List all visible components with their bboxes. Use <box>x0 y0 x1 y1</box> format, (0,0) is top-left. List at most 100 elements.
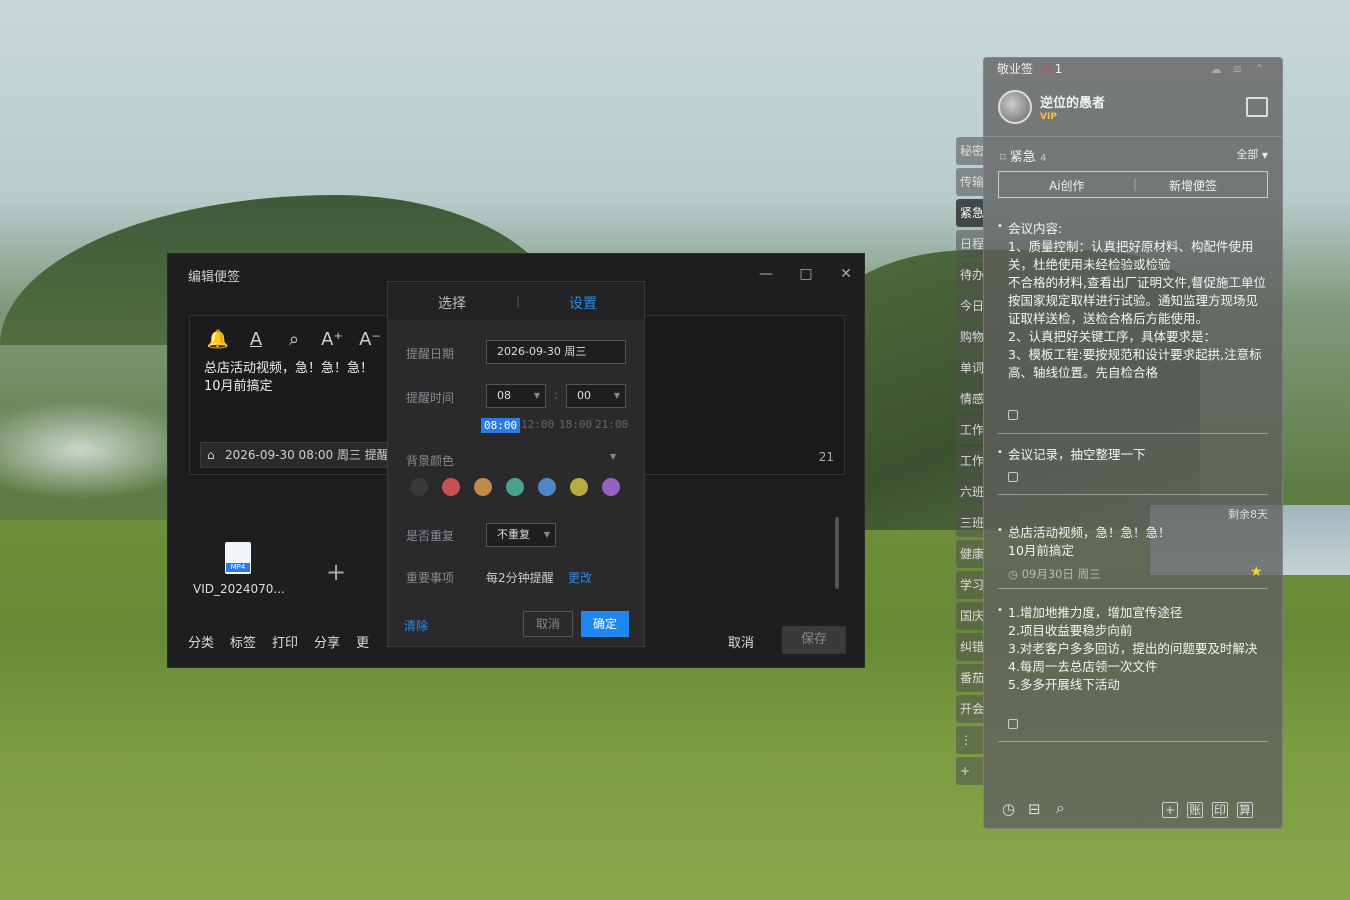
side-tab[interactable]: 工作 <box>956 416 984 444</box>
note-tag-icon[interactable] <box>1008 719 1018 729</box>
color-swatch[interactable] <box>602 478 620 496</box>
calendar-icon[interactable] <box>1246 97 1268 117</box>
archive-icon[interactable]: ⊟ <box>1028 800 1041 818</box>
side-tab[interactable]: 今日 <box>956 292 984 320</box>
clock-icon[interactable]: ◷ <box>1002 800 1015 818</box>
tab-select[interactable]: 选择 <box>438 293 466 313</box>
note-item[interactable]: • 1.增加地推力度，增加宣传途径 2.项目收益要稳步向前 3.对老客户多多回访… <box>997 604 1268 694</box>
repeat-label: 是否重复 <box>406 529 455 543</box>
color-swatch[interactable] <box>410 478 428 496</box>
clear-link[interactable]: 清除 <box>404 617 428 634</box>
filter-dropdown[interactable]: 全部 ▼ <box>1236 146 1268 162</box>
tab-settings[interactable]: 设置 <box>569 293 597 313</box>
star-icon[interactable]: ★ <box>1250 564 1263 580</box>
category-header[interactable]: ⌑ 紧急 4 <box>1000 146 1046 165</box>
bell-icon[interactable]: ⍾ <box>1043 62 1051 76</box>
print-button[interactable]: 打印 <box>272 632 298 651</box>
sticky-note-panel: 敬业签 ⍾ 1 ☁ ≡ ⌃ 逆位的愚者 VIP ⌑ 紧急 4 全部 ▼ Ai创作… <box>983 57 1283 829</box>
close-button[interactable]: ✕ <box>836 264 856 284</box>
font-decrease-icon[interactable]: A⁻ <box>358 328 382 352</box>
edit-bottom-bar: 分类 标签 打印 分享 更 <box>188 632 369 651</box>
chevron-down-icon[interactable]: ▼ <box>610 452 616 461</box>
category-button[interactable]: 分类 <box>188 632 214 651</box>
add-icon[interactable]: + <box>1162 802 1178 818</box>
side-tab[interactable]: + <box>956 757 984 785</box>
color-swatch[interactable] <box>442 478 460 496</box>
cancel-button[interactable]: 取消 <box>728 632 754 651</box>
quick-time-2100[interactable]: 21:00 <box>595 418 628 431</box>
search-icon[interactable]: ⌕ <box>1056 798 1065 818</box>
note-tag-icon[interactable] <box>1008 472 1018 482</box>
ledger-icon[interactable]: 账 <box>1187 802 1203 818</box>
more-button[interactable]: 更 <box>356 632 369 651</box>
quick-time-1200[interactable]: 12:00 <box>521 418 554 431</box>
minute-select[interactable]: 00 ▼ <box>566 384 626 408</box>
add-attachment-icon[interactable]: + <box>326 558 346 586</box>
side-tab[interactable]: 单词 <box>956 354 984 382</box>
repeat-select[interactable]: 不重复 ▼ <box>486 523 556 547</box>
side-tab[interactable]: 三班 <box>956 509 984 537</box>
time-separator: : <box>554 388 559 402</box>
avatar[interactable] <box>998 90 1032 124</box>
bell-icon[interactable]: 🔔 <box>206 328 230 352</box>
side-tab[interactable]: 工作 <box>956 447 984 475</box>
side-tab[interactable]: 秘密 <box>956 137 984 165</box>
scrollbar-thumb[interactable] <box>835 517 839 589</box>
side-tab[interactable]: ⋮ <box>956 726 984 754</box>
bullet: • <box>998 220 1003 236</box>
font-increase-icon[interactable]: A⁺ <box>320 328 344 352</box>
color-swatch[interactable] <box>538 478 556 496</box>
cloud-icon[interactable]: ☁ <box>1210 58 1222 80</box>
search-icon[interactable]: ⌕ <box>282 328 306 352</box>
side-tab[interactable]: 购物 <box>956 323 984 351</box>
tag-button[interactable]: 标签 <box>230 632 256 651</box>
side-tab[interactable]: 情感 <box>956 385 984 413</box>
text-color-icon[interactable]: A <box>244 328 268 352</box>
action-buttons: Ai创作 | 新增便签 <box>998 171 1268 198</box>
note-item[interactable]: • 总店活动视频，急！急！急！ 10月前搞定 <box>997 524 1268 560</box>
color-swatch[interactable] <box>506 478 524 496</box>
side-tab[interactable]: 健康 <box>956 540 984 568</box>
minute-value: 00 <box>577 389 591 402</box>
ok-button[interactable]: 确定 <box>581 611 629 637</box>
side-tab[interactable]: 开会 <box>956 695 984 723</box>
new-note-button[interactable]: 新增便签 <box>1169 177 1217 194</box>
calculator-icon[interactable]: 算 <box>1237 802 1253 818</box>
minimize-button[interactable]: — <box>756 264 776 284</box>
date-field[interactable]: 2026-09-30 周三 <box>486 340 626 364</box>
cancel-button[interactable]: 取消 <box>523 611 573 637</box>
color-swatch[interactable] <box>570 478 588 496</box>
note-content[interactable]: 总店活动视频，急！急！急！ 10月前搞定 <box>204 360 373 396</box>
color-swatch[interactable] <box>474 478 492 496</box>
note-item[interactable]: • 会议记录，抽空整理一下 <box>997 446 1268 464</box>
side-tab[interactable]: 国庆 <box>956 602 984 630</box>
maximize-button[interactable]: □ <box>796 264 816 284</box>
save-button[interactable]: 保存 <box>782 626 846 654</box>
note-text: 总店活动视频，急！急！急！ 10月前搞定 <box>1008 525 1171 558</box>
attachment-item[interactable]: MP4 VID_2024070... <box>193 542 285 596</box>
side-tab[interactable]: 纠错 <box>956 633 984 661</box>
change-link[interactable]: 更改 <box>568 569 592 586</box>
quick-time-0800[interactable]: 08:00 <box>481 418 521 433</box>
hour-select[interactable]: 08 ▼ <box>486 384 546 408</box>
note-item[interactable]: • 会议内容: 1、质量控制：认真把好原材料、构配件使用关，杜绝使用未经检验或检… <box>998 220 1268 400</box>
ai-create-button[interactable]: Ai创作 <box>1049 177 1085 194</box>
user-name: 逆位的愚者 <box>1040 96 1106 111</box>
print-icon[interactable]: 印 <box>1212 802 1228 818</box>
collapse-icon[interactable]: ⌃ <box>1254 58 1264 80</box>
panel-header: 敬业签 ⍾ 1 ☁ ≡ ⌃ <box>984 58 1282 80</box>
note-text: 会议记录，抽空整理一下 <box>1008 447 1146 462</box>
menu-icon[interactable]: ≡ <box>1232 58 1242 80</box>
quick-time-1800[interactable]: 18:00 <box>559 418 592 431</box>
side-tab[interactable]: 番茄 <box>956 664 984 692</box>
reminder-chip[interactable]: ⌂ 2026-09-30 08:00 周三 提醒 <box>200 442 390 468</box>
hour-value: 08 <box>497 389 511 402</box>
note-tag-icon[interactable] <box>1008 410 1018 420</box>
side-tab[interactable]: 日程 <box>956 230 984 258</box>
side-tab[interactable]: 传输 <box>956 168 984 196</box>
share-button[interactable]: 分享 <box>314 632 340 651</box>
side-tab[interactable]: 紧急 <box>956 199 984 227</box>
side-tab[interactable]: 学习 <box>956 571 984 599</box>
side-tab[interactable]: 待办 <box>956 261 984 289</box>
side-tab[interactable]: 六班 <box>956 478 984 506</box>
